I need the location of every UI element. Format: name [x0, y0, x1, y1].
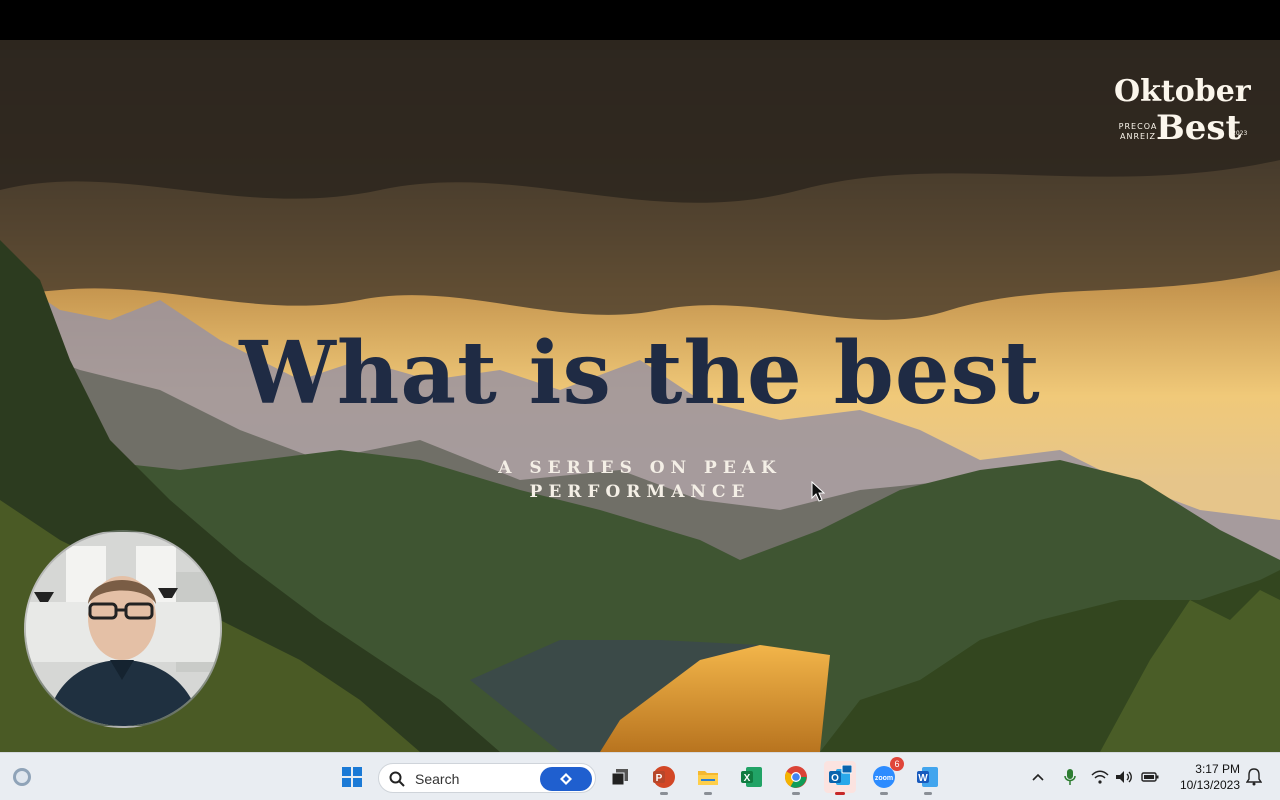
windows-icon: [342, 767, 362, 787]
app-running-indicator: [704, 792, 712, 795]
svg-text:O: O: [831, 773, 839, 784]
microphone-button[interactable]: [1060, 767, 1080, 787]
taskbar-clock[interactable]: 3:17 PM 10/13/2023: [1168, 761, 1240, 793]
taskbar-app-chrome[interactable]: [780, 761, 812, 795]
start-button[interactable]: [336, 761, 368, 793]
svg-text:zoom: zoom: [875, 775, 893, 782]
chrome-icon: [785, 766, 807, 788]
search-icon: [389, 771, 405, 787]
app-active-indicator: [835, 792, 845, 795]
slide-subtitle-line2: PERFORMANCE: [529, 482, 751, 502]
taskbar-app-file-explorer[interactable]: [692, 761, 724, 795]
logo-year: 2023: [1232, 130, 1248, 137]
oktoberbest-logo: Oktober PRECOA ANREIZ Best 2023: [1108, 74, 1251, 154]
network-button[interactable]: [1090, 767, 1110, 787]
volume-button[interactable]: [1114, 767, 1134, 787]
speaker-icon: [1116, 771, 1132, 783]
task-view-icon: [611, 769, 628, 786]
outlook-icon: O: [829, 765, 852, 785]
presenter-video-icon: [26, 532, 220, 726]
battery-button[interactable]: [1140, 767, 1160, 787]
copilot-button[interactable]: [540, 767, 592, 791]
taskbar-app-zoom[interactable]: zoom 6: [868, 757, 904, 795]
weather-icon: [13, 768, 31, 786]
microphone-icon: [1064, 769, 1076, 785]
svg-text:W: W: [918, 773, 928, 784]
copilot-icon: [560, 773, 572, 785]
bell-icon: [1246, 768, 1262, 786]
screen-top-bar: [0, 0, 1280, 40]
slide-subtitle-line1: A SERIES ON PEAK: [498, 458, 782, 478]
taskbar-app-outlook[interactable]: O: [824, 761, 856, 795]
search-label: Search: [415, 771, 460, 787]
webcam-video-feed[interactable]: [24, 530, 222, 728]
excel-icon: X: [741, 767, 762, 787]
slide-title: What is the best: [239, 323, 1041, 424]
slide-subtitle: A SERIES ON PEAK PERFORMANCE: [460, 456, 820, 504]
clock-time: 3:17 PM: [1195, 762, 1240, 776]
folder-icon: [698, 771, 718, 785]
task-view-button[interactable]: [604, 761, 636, 793]
taskbar-app-powerpoint[interactable]: P: [648, 761, 680, 795]
clock-date: 10/13/2023: [1179, 778, 1240, 792]
logo-text-line1: Oktober: [1114, 74, 1251, 109]
chevron-up-icon: [1032, 773, 1044, 781]
taskbar-app-word[interactable]: W: [912, 761, 944, 795]
logo-text-line2: Best: [1156, 108, 1242, 148]
zoom-notification-badge: 6: [890, 757, 904, 771]
weather-widget-button[interactable]: [6, 761, 38, 793]
app-running-indicator: [660, 792, 668, 795]
notifications-button[interactable]: [1244, 767, 1264, 787]
taskbar-search-box[interactable]: Search: [378, 763, 596, 793]
app-running-indicator: [880, 792, 888, 795]
app-running-indicator: [792, 792, 800, 795]
battery-icon: [1141, 772, 1159, 782]
app-running-indicator: [924, 792, 932, 795]
taskbar-app-excel[interactable]: X: [736, 761, 768, 793]
show-hidden-icons-button[interactable]: [1028, 767, 1048, 787]
mouse-pointer-icon: [811, 481, 825, 502]
word-icon: W: [917, 767, 938, 787]
windows-taskbar: Search P X O zoom 6 W 3:17 PM 10/13/2023: [0, 752, 1280, 800]
svg-text:X: X: [744, 773, 751, 784]
wifi-icon: [1091, 770, 1109, 784]
logo-small-text: PRECOA ANREIZ: [1118, 122, 1158, 141]
powerpoint-icon: P: [653, 766, 675, 788]
svg-text:P: P: [656, 773, 663, 784]
